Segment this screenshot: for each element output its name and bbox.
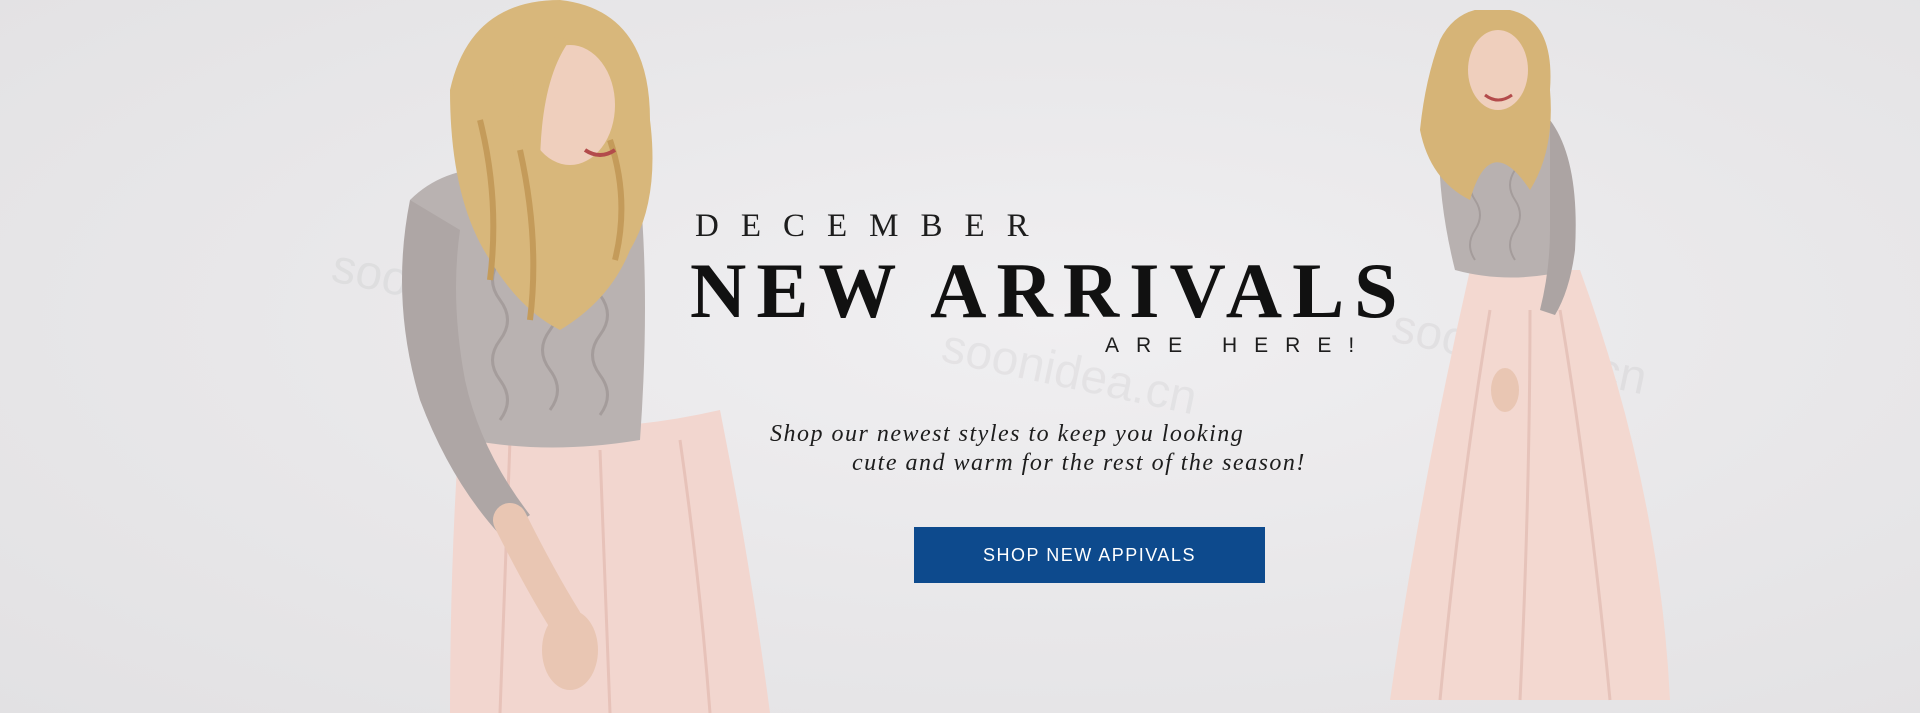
model-left-image [390,0,790,713]
tagline: Shop our newest styles to keep you looki… [770,420,1390,478]
model-right-image [1380,10,1680,713]
tagline-line-1: Shop our newest styles to keep you looki… [770,421,1245,447]
tagline-line-2: cute and warm for the rest of the season… [852,450,1306,476]
shop-new-arrivals-button[interactable]: SHOP NEW APPIVALS [914,527,1265,583]
headline-sub-title: ARE HERE! [1105,334,1372,357]
headline-title: NEW ARRIVALS [690,247,1408,334]
hero-banner: soonidea.cn soonidea.cn soonidea.cn [0,0,1920,713]
headline-pre-title: DECEMBER [695,208,1051,244]
